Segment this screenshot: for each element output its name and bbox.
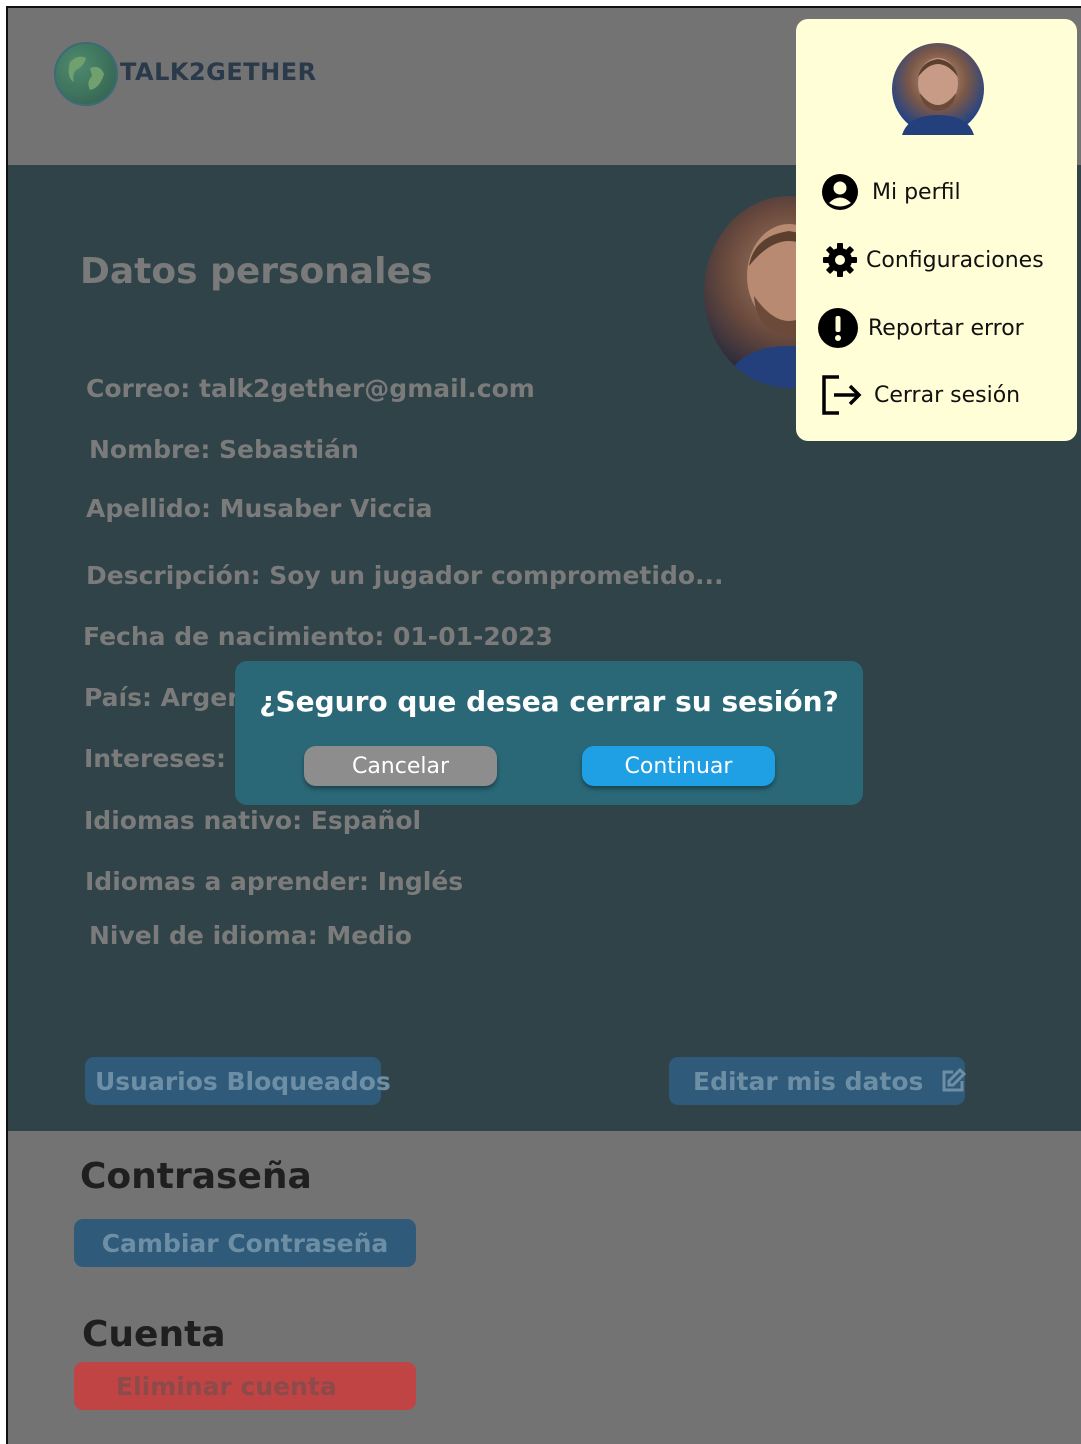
menu-item-label: Mi perfil bbox=[872, 179, 961, 205]
field-description: Descripción: Soy un jugador comprometido… bbox=[86, 561, 724, 590]
logout-icon bbox=[820, 373, 864, 417]
globe-logo-icon bbox=[54, 42, 118, 106]
edit-data-button[interactable]: Editar mis datos bbox=[669, 1057, 967, 1105]
user-circle-icon bbox=[818, 170, 862, 214]
blocked-users-button[interactable]: Usuarios Bloqueados bbox=[85, 1057, 391, 1105]
field-language-level: Nivel de idioma: Medio bbox=[89, 921, 412, 950]
change-password-button[interactable]: Cambiar Contraseña bbox=[74, 1219, 416, 1267]
continue-button[interactable]: Continuar bbox=[582, 746, 775, 786]
edit-icon bbox=[939, 1067, 967, 1095]
edit-data-label: Editar mis datos bbox=[693, 1066, 924, 1096]
menu-item-profile[interactable]: Mi perfil bbox=[818, 167, 961, 217]
user-dropdown-menu: Mi perfil Configuraciones Reportar error… bbox=[796, 19, 1077, 441]
logo-text: TALK2GETHER bbox=[120, 58, 317, 86]
delete-account-button[interactable]: Eliminar cuenta bbox=[74, 1362, 416, 1410]
field-interests: Intereses: C bbox=[84, 744, 254, 773]
field-birthdate: Fecha de nacimiento: 01-01-2023 bbox=[83, 622, 553, 651]
field-country: País: Argen bbox=[84, 683, 245, 712]
menu-avatar bbox=[892, 43, 984, 135]
field-learning-language: Idiomas a aprender: Inglés bbox=[85, 867, 464, 896]
field-name: Nombre: Sebastián bbox=[89, 435, 359, 464]
section-title: Datos personales bbox=[80, 251, 433, 292]
logout-confirm-dialog: ¿Seguro que desea cerrar su sesión? Canc… bbox=[235, 661, 863, 805]
gear-icon bbox=[818, 238, 862, 282]
field-lastname: Apellido: Musaber Viccia bbox=[86, 494, 433, 523]
account-title: Cuenta bbox=[82, 1314, 226, 1355]
account-settings-section: Contraseña Cambiar Contraseña Cuenta Eli… bbox=[8, 1131, 1081, 1444]
field-email: Correo: talk2gether@gmail.com bbox=[86, 374, 535, 403]
exclamation-icon bbox=[816, 306, 860, 350]
menu-item-report-error[interactable]: Reportar error bbox=[816, 303, 1024, 353]
menu-item-settings[interactable]: Configuraciones bbox=[818, 235, 1044, 285]
menu-item-label: Reportar error bbox=[868, 315, 1024, 341]
app-frame: TALK2GETHER Datos personales Correo: tal… bbox=[6, 6, 1081, 1444]
menu-item-label: Cerrar sesión bbox=[874, 382, 1021, 408]
password-title: Contraseña bbox=[80, 1156, 312, 1197]
field-native-language: Idiomas nativo: Español bbox=[84, 806, 422, 835]
menu-item-label: Configuraciones bbox=[866, 247, 1044, 273]
menu-item-logout[interactable]: Cerrar sesión bbox=[820, 370, 1020, 420]
cancel-button[interactable]: Cancelar bbox=[304, 746, 497, 786]
dialog-title: ¿Seguro que desea cerrar su sesión? bbox=[259, 685, 839, 718]
